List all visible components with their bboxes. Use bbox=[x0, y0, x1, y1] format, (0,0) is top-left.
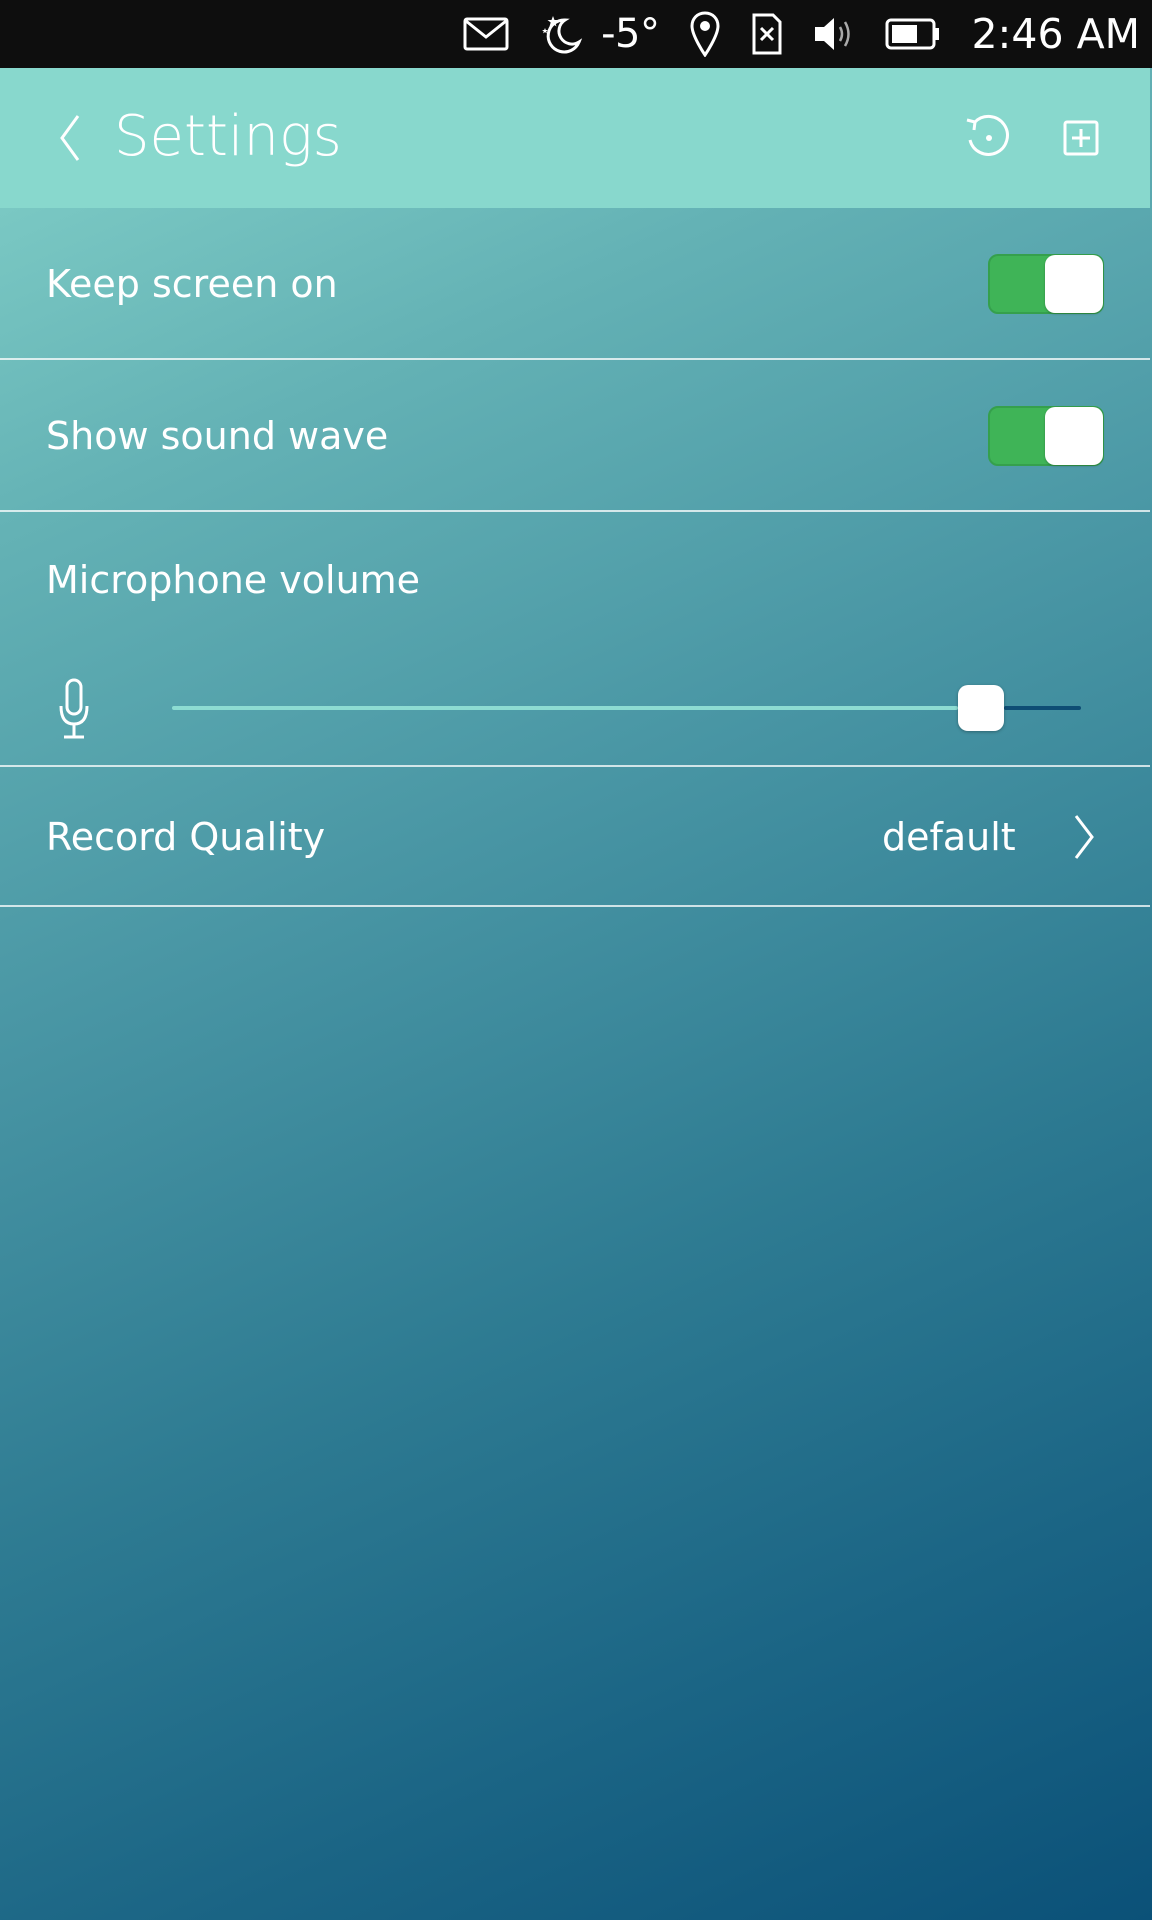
setting-row-record-quality[interactable]: Record Quality default bbox=[0, 767, 1150, 907]
slider-thumb[interactable] bbox=[958, 685, 1004, 731]
microphone-volume-label: Microphone volume bbox=[46, 558, 421, 602]
show-sound-wave-toggle[interactable] bbox=[988, 406, 1104, 466]
record-quality-label: Record Quality bbox=[46, 815, 326, 859]
keep-screen-on-toggle[interactable] bbox=[988, 254, 1104, 314]
microphone-icon bbox=[58, 678, 90, 740]
volume-icon[interactable] bbox=[813, 0, 855, 68]
toggle-knob bbox=[1045, 255, 1103, 313]
back-button[interactable] bbox=[52, 112, 88, 164]
show-sound-wave-label: Show sound wave bbox=[46, 414, 389, 458]
reset-button[interactable] bbox=[961, 110, 1017, 166]
no-sim-icon bbox=[751, 0, 783, 68]
temperature-text: -5° bbox=[601, 11, 660, 57]
chevron-left-icon bbox=[60, 115, 80, 161]
location-pin-icon bbox=[689, 0, 721, 68]
chevron-right-icon bbox=[1070, 813, 1098, 861]
setting-row-keep-screen-on: Keep screen on bbox=[0, 208, 1150, 360]
microphone-volume-slider[interactable] bbox=[172, 685, 1081, 731]
setting-row-microphone-volume: Microphone volume bbox=[0, 512, 1150, 767]
battery-icon bbox=[885, 0, 941, 68]
header-bar: Settings bbox=[0, 68, 1150, 208]
clock-text: 2:46 AM bbox=[971, 10, 1140, 58]
reset-icon bbox=[966, 114, 1009, 156]
temperature-readout: -5° bbox=[601, 0, 660, 68]
slider-fill bbox=[172, 706, 958, 710]
record-quality-value: default bbox=[882, 815, 1016, 859]
add-icon bbox=[1063, 120, 1099, 156]
add-button[interactable] bbox=[1053, 110, 1109, 166]
status-bar: -5° 2:46 AM bbox=[0, 0, 1152, 68]
mail-icon[interactable] bbox=[463, 0, 509, 68]
toggle-knob bbox=[1045, 407, 1103, 465]
setting-row-show-sound-wave: Show sound wave bbox=[0, 360, 1150, 512]
slider-remaining-track bbox=[1004, 706, 1081, 710]
night-moon-icon bbox=[539, 0, 583, 68]
keep-screen-on-label: Keep screen on bbox=[46, 262, 338, 306]
settings-screen: -5° 2:46 AM Settings Keep screen on Show… bbox=[0, 0, 1152, 1920]
page-title: Settings bbox=[114, 104, 342, 169]
